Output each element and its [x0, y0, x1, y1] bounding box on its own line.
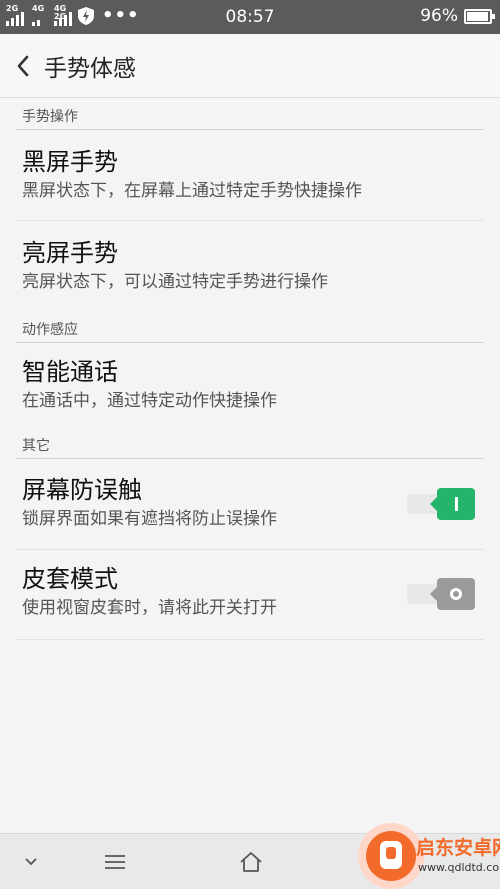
battery-percent: 96% — [420, 6, 458, 26]
title-bar: 手势体感 — [0, 34, 500, 98]
item-subtitle: 在通话中，通过特定动作快捷操作 — [22, 391, 277, 411]
setting-item-screen-off-gesture[interactable]: 黑屏手势 黑屏状态下，在屏幕上通过特定手势快捷操作 — [16, 130, 484, 221]
section-header-gesture: 手势操作 — [16, 98, 484, 130]
cover-mode-toggle[interactable] — [407, 578, 475, 610]
page-title: 手势体感 — [44, 55, 136, 82]
watermark: 启东安卓网 www.qdldtd.com — [358, 823, 500, 889]
watermark-url: www.qdldtd.com — [418, 861, 500, 874]
chevron-down-icon — [25, 858, 37, 866]
setting-item-pocket-mode[interactable]: 屏幕防误触 锁屏界面如果有遮挡将防止误操作 — [16, 459, 484, 550]
hide-navbar-button[interactable] — [1, 834, 61, 889]
item-title: 黑屏手势 — [22, 148, 118, 176]
back-button[interactable] — [2, 34, 44, 98]
item-subtitle: 亮屏状态下，可以通过特定手势进行操作 — [22, 272, 328, 292]
setting-item-smart-call[interactable]: 智能通话 在通话中，通过特定动作快捷操作 — [16, 343, 484, 427]
home-icon — [240, 852, 262, 872]
section-header-other: 其它 — [16, 427, 484, 459]
item-subtitle: 黑屏状态下，在屏幕上通过特定手势快捷操作 — [22, 181, 362, 201]
item-title: 亮屏手势 — [22, 239, 118, 267]
chevron-left-icon — [17, 55, 29, 76]
pocket-mode-toggle[interactable] — [407, 488, 475, 520]
battery-icon — [464, 8, 495, 24]
item-title: 智能通话 — [22, 358, 118, 386]
settings-list: 手势操作 黑屏手势 黑屏状态下，在屏幕上通过特定手势快捷操作 亮屏手势 亮屏状态… — [0, 98, 500, 640]
setting-item-screen-on-gesture[interactable]: 亮屏手势 亮屏状态下，可以通过特定手势进行操作 — [16, 221, 484, 311]
status-bar: 2G 4G 4G 2G ••• 08:57 96% — [0, 0, 500, 34]
setting-item-cover-mode[interactable]: 皮套模式 使用视窗皮套时，请将此开关打开 — [16, 550, 484, 640]
watermark-logo — [358, 823, 424, 889]
watermark-name: 启东安卓网 — [416, 837, 500, 859]
menu-icon — [105, 855, 125, 869]
home-button[interactable] — [221, 834, 281, 889]
section-header-motion: 动作感应 — [16, 311, 484, 343]
status-icons-right: 96% — [420, 6, 495, 26]
menu-button[interactable] — [85, 834, 145, 889]
